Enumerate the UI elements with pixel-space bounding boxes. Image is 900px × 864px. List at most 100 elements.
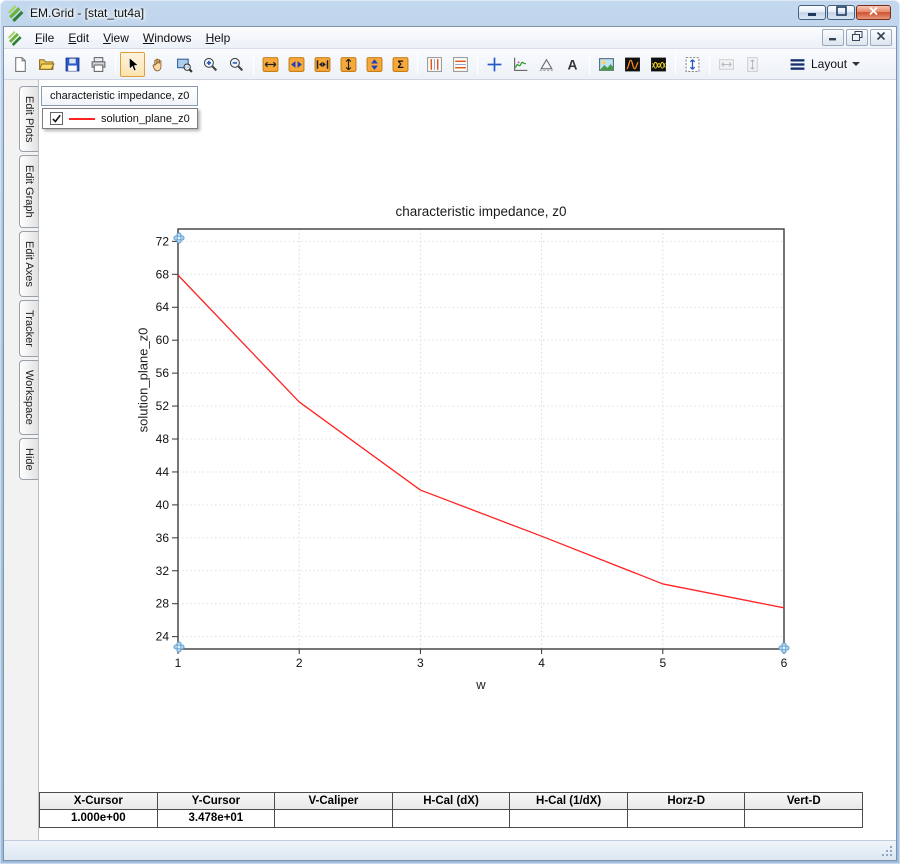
close-button[interactable]	[856, 5, 891, 20]
snapshot-button[interactable]	[594, 52, 619, 77]
text-annotation-button[interactable]: A	[560, 52, 585, 77]
sidebar-tab-edit-plots[interactable]: Edit Plots	[19, 86, 38, 153]
x-tick-label: 2	[296, 656, 303, 670]
fit-page-vertical-icon	[684, 56, 701, 73]
status-bar	[4, 840, 896, 860]
y-tick-label: 48	[156, 432, 170, 446]
sync-vertical-icon	[744, 56, 761, 73]
fit-vertical-button[interactable]	[336, 52, 361, 77]
select-cursor-button[interactable]	[120, 51, 145, 77]
print-icon	[90, 56, 107, 73]
new-file-icon	[12, 56, 29, 73]
mdi-minimize-button[interactable]	[822, 29, 844, 46]
sidebar-tab-tracker[interactable]: Tracker	[19, 299, 38, 357]
resize-grip[interactable]	[882, 846, 892, 856]
x-tick-label: 1	[175, 656, 182, 670]
chevron-down-icon	[852, 62, 861, 66]
zoom-in-button[interactable]	[198, 52, 223, 77]
delta-marker-button[interactable]	[534, 52, 559, 77]
vertical-markers-icon	[426, 56, 443, 73]
y-tick-label: 36	[156, 531, 170, 545]
tracker-curve-icon	[512, 56, 529, 73]
sidebar-tab-edit-axes[interactable]: Edit Axes	[19, 231, 38, 297]
cursor-column-header: Vert-D	[745, 793, 863, 810]
open-file-button[interactable]	[34, 52, 59, 77]
center-horizontal-button[interactable]	[310, 52, 335, 77]
mdi-close-button[interactable]	[870, 29, 892, 46]
zoom-out-button[interactable]	[224, 52, 249, 77]
print-button[interactable]	[86, 52, 111, 77]
sidebar-tab-edit-graph[interactable]: Edit Graph	[19, 155, 38, 229]
fit-page-vertical-button[interactable]	[680, 52, 705, 77]
x-tick-label: 4	[538, 656, 545, 670]
pan-hand-button[interactable]	[146, 52, 171, 77]
tracker-curve-button[interactable]	[508, 52, 533, 77]
fit-horizontal-button[interactable]	[258, 52, 283, 77]
maximize-icon	[834, 4, 849, 22]
cursor-column-header: X-Cursor	[40, 793, 158, 810]
chart-plot-area[interactable]: 1 2 3 4 5 6 24 28 32 36 40 44 48 52 56 60 64 68 72	[134, 200, 796, 672]
maximize-button[interactable]	[827, 5, 855, 20]
autoscale-button[interactable]: Σ	[388, 52, 413, 77]
crosshair-button[interactable]	[482, 52, 507, 77]
client-area: Edit Plots Edit Graph Edit Axes Tracker Work…	[4, 80, 896, 840]
save-file-button[interactable]	[60, 52, 85, 77]
sync-vertical-button	[740, 52, 765, 77]
legend-checkbox[interactable]	[50, 112, 63, 125]
sidebar-tab-workspace[interactable]: Workspace	[19, 359, 38, 435]
plot-tab-label: characteristic impedance, z0	[50, 90, 190, 102]
menu-items: File Edit View Windows Help	[28, 29, 237, 47]
vertical-markers-button[interactable]	[422, 52, 447, 77]
cursor-table-value-row: 1.000e+00 3.478e+01	[40, 810, 863, 827]
layout-dropdown-button[interactable]: Layout	[781, 52, 868, 77]
horizontal-markers-button[interactable]	[448, 52, 473, 77]
pan-vertical-button[interactable]	[362, 52, 387, 77]
zoom-in-icon	[202, 56, 219, 73]
autoscale-icon: Σ	[392, 56, 409, 73]
sidebar-tab-label: Hide	[23, 447, 35, 471]
sidebar-tab-hide[interactable]: Hide	[19, 437, 38, 481]
menu-windows[interactable]: Windows	[136, 29, 199, 47]
cursor-value-cell: 1.000e+00	[40, 810, 158, 827]
multi-wave-view-button[interactable]	[646, 52, 671, 77]
toolbar-buttons: ΣA	[8, 51, 765, 77]
cursor-marker[interactable]	[173, 641, 185, 653]
mdi-minimize-icon	[826, 29, 840, 47]
cursor-value-cell	[510, 810, 628, 827]
cursor-column-header: Horz-D	[627, 793, 746, 810]
toolbar-separator	[477, 53, 478, 75]
toolbar-separator	[115, 53, 116, 75]
cursor-column-header: H-Cal (dX)	[392, 793, 511, 810]
sidebar-tab-label: Workspace	[23, 369, 35, 425]
menu-file[interactable]: File	[28, 29, 61, 47]
fft-view-button[interactable]	[620, 52, 645, 77]
y-tick-label: 32	[156, 564, 170, 578]
menu-edit[interactable]: Edit	[61, 29, 96, 47]
minimize-button[interactable]	[798, 5, 826, 20]
zoom-window-button[interactable]	[172, 52, 197, 77]
menu-help[interactable]: Help	[199, 29, 238, 47]
menu-view[interactable]: View	[96, 29, 136, 47]
pan-horizontal-button[interactable]	[284, 52, 309, 77]
zoom-out-icon	[228, 56, 245, 73]
cursor-column-header: H-Cal (1/dX)	[510, 793, 628, 810]
center-horizontal-icon	[314, 56, 331, 73]
y-tick-label: 24	[156, 630, 170, 644]
y-tick-label: 64	[156, 300, 170, 314]
cursor-value-cell	[392, 810, 511, 827]
snapshot-icon	[598, 56, 615, 73]
mdi-restore-button[interactable]	[846, 29, 868, 46]
new-file-button[interactable]	[8, 52, 33, 77]
open-file-icon	[38, 56, 55, 73]
legend-label: solution_plane_z0	[101, 112, 190, 125]
title-bar[interactable]: EM.Grid - [stat_tut4a]	[3, 0, 897, 26]
save-file-icon	[64, 56, 81, 73]
window-controls	[798, 5, 891, 20]
document-logo-icon	[8, 30, 23, 46]
cursor-marker[interactable]	[778, 642, 790, 654]
y-tick-label: 28	[156, 597, 170, 611]
series-line	[177, 274, 785, 609]
plot-tab[interactable]: characteristic impedance, z0	[41, 86, 199, 106]
window-title: EM.Grid - [stat_tut4a]	[30, 6, 145, 20]
fit-horizontal-icon	[262, 56, 279, 73]
